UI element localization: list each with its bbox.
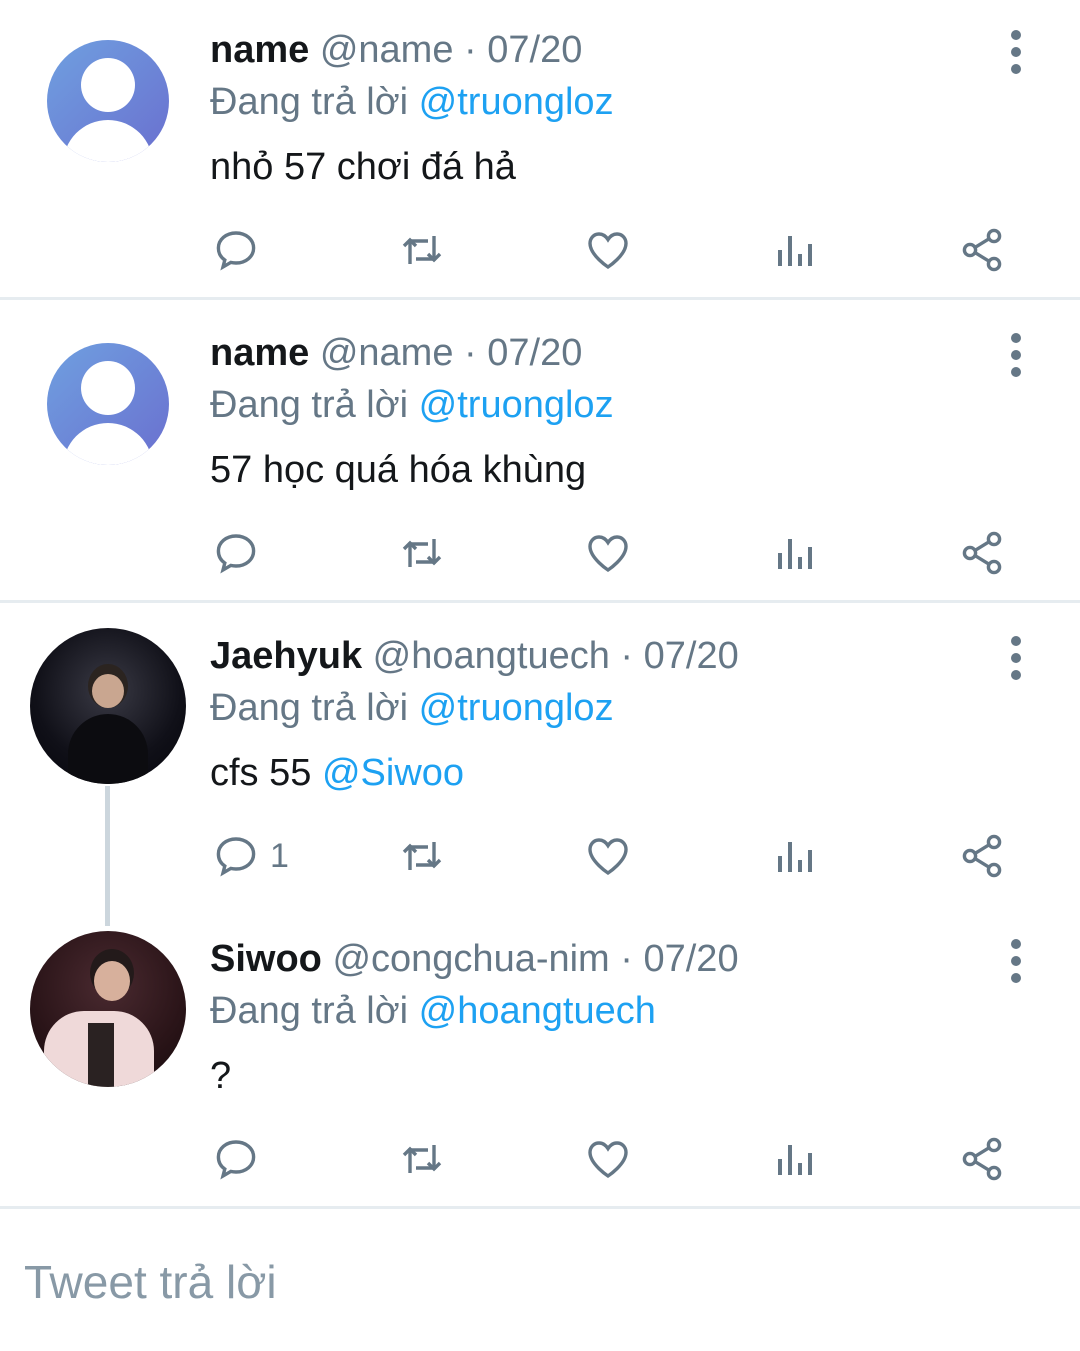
like-button[interactable] [584, 826, 632, 886]
analytics-icon [778, 236, 812, 266]
reply-button[interactable]: 1 [212, 826, 289, 886]
analytics-icon [778, 1145, 812, 1175]
tweet-header: name @name · 07/20 [210, 331, 582, 375]
tweet[interactable]: Jaehyuk @hoangtuech · 07/20 Đang trả lời… [0, 606, 1080, 906]
share-icon [962, 531, 1002, 575]
share-icon [962, 1137, 1002, 1181]
share-button[interactable] [958, 523, 1006, 583]
share-icon [962, 228, 1002, 272]
reply-prefix: Đang trả lời [210, 990, 419, 1032]
tweet-text: nhỏ 57 chơi đá hả [210, 146, 516, 188]
handle-date: @name · 07/20 [319, 332, 583, 374]
replying-to: Đang trả lời @hoangtuech [210, 989, 656, 1033]
author-name[interactable]: Jaehyuk [210, 635, 362, 677]
share-button[interactable] [958, 220, 1006, 280]
author-name[interactable]: Siwoo [210, 938, 322, 980]
tweet[interactable]: name @name · 07/20 Đang trả lời @truongl… [0, 303, 1080, 601]
handle-date: @hoangtuech · 07/20 [372, 635, 739, 677]
reply-icon [216, 1140, 256, 1180]
text-mention[interactable]: @Siwoo [322, 752, 464, 794]
more-vertical-icon[interactable] [1004, 636, 1028, 686]
heart-icon [588, 535, 628, 573]
share-icon [962, 834, 1002, 878]
like-button[interactable] [584, 220, 632, 280]
retweet-icon [402, 539, 442, 567]
avatar[interactable] [30, 931, 186, 1087]
reply-icon [216, 534, 256, 574]
retweet-button[interactable] [398, 1129, 446, 1189]
heart-icon [588, 838, 628, 876]
reply-count: 1 [270, 836, 289, 875]
like-button[interactable] [584, 1129, 632, 1189]
reply-button[interactable] [212, 1129, 270, 1189]
reply-prefix: Đang trả lời [210, 687, 419, 729]
divider [0, 600, 1080, 603]
handle-date: @congchua-nim · 07/20 [332, 938, 739, 980]
reply-prefix: Đang trả lời [210, 384, 419, 426]
reply-mention[interactable]: @truongloz [419, 687, 614, 729]
reply-compose-input[interactable]: Tweet trả lời [24, 1255, 277, 1309]
analytics-button[interactable] [772, 523, 820, 583]
more-vertical-icon[interactable] [1004, 939, 1028, 989]
tweet-header: name @name · 07/20 [210, 28, 582, 72]
retweet-button[interactable] [398, 523, 446, 583]
analytics-button[interactable] [772, 826, 820, 886]
avatar[interactable] [47, 40, 169, 162]
tweet-header: Siwoo @congchua-nim · 07/20 [210, 937, 739, 981]
analytics-icon [778, 539, 812, 569]
tweet-text: 57 học quá hóa khùng [210, 449, 587, 491]
reply-prefix: Đang trả lời [210, 81, 419, 123]
author-name[interactable]: name [210, 29, 309, 71]
reply-button[interactable] [212, 523, 270, 583]
share-button[interactable] [958, 1129, 1006, 1189]
tweet-actions: 1 [0, 826, 1080, 886]
reply-mention[interactable]: @truongloz [419, 81, 614, 123]
replying-to: Đang trả lời @truongloz [210, 686, 614, 730]
analytics-button[interactable] [772, 220, 820, 280]
retweet-icon [402, 1145, 442, 1173]
analytics-button[interactable] [772, 1129, 820, 1189]
share-button[interactable] [958, 826, 1006, 886]
more-vertical-icon[interactable] [1004, 333, 1028, 383]
tweet-text-body: cfs 55 [210, 752, 322, 794]
tweet-text: cfs 55 @Siwoo [210, 751, 464, 795]
avatar[interactable] [30, 628, 186, 784]
author-name[interactable]: name [210, 332, 309, 374]
tweet-header: Jaehyuk @hoangtuech · 07/20 [210, 634, 739, 678]
replying-to: Đang trả lời @truongloz [210, 383, 614, 427]
retweet-button[interactable] [398, 220, 446, 280]
divider [0, 297, 1080, 300]
tweet[interactable]: name @name · 07/20 Đang trả lời @truongl… [0, 0, 1080, 298]
tweet-actions [0, 220, 1080, 280]
reply-mention[interactable]: @truongloz [419, 384, 614, 426]
analytics-icon [778, 842, 812, 872]
retweet-button[interactable] [398, 826, 446, 886]
handle-date: @name · 07/20 [319, 29, 583, 71]
tweet-actions [0, 1129, 1080, 1189]
reply-mention[interactable]: @hoangtuech [419, 990, 656, 1032]
heart-icon [588, 232, 628, 270]
retweet-icon [402, 236, 442, 264]
reply-button[interactable] [212, 220, 270, 280]
like-button[interactable] [584, 523, 632, 583]
divider [0, 1206, 1080, 1209]
avatar[interactable] [47, 343, 169, 465]
retweet-icon [402, 842, 442, 870]
tweet-text: ? [210, 1055, 232, 1097]
reply-icon [216, 231, 256, 271]
heart-icon [588, 1141, 628, 1179]
tweet[interactable]: Siwoo @congchua-nim · 07/20 Đang trả lời… [0, 909, 1080, 1207]
reply-icon [216, 837, 256, 877]
tweet-actions [0, 523, 1080, 583]
more-vertical-icon[interactable] [1004, 30, 1028, 80]
replying-to: Đang trả lời @truongloz [210, 80, 614, 124]
